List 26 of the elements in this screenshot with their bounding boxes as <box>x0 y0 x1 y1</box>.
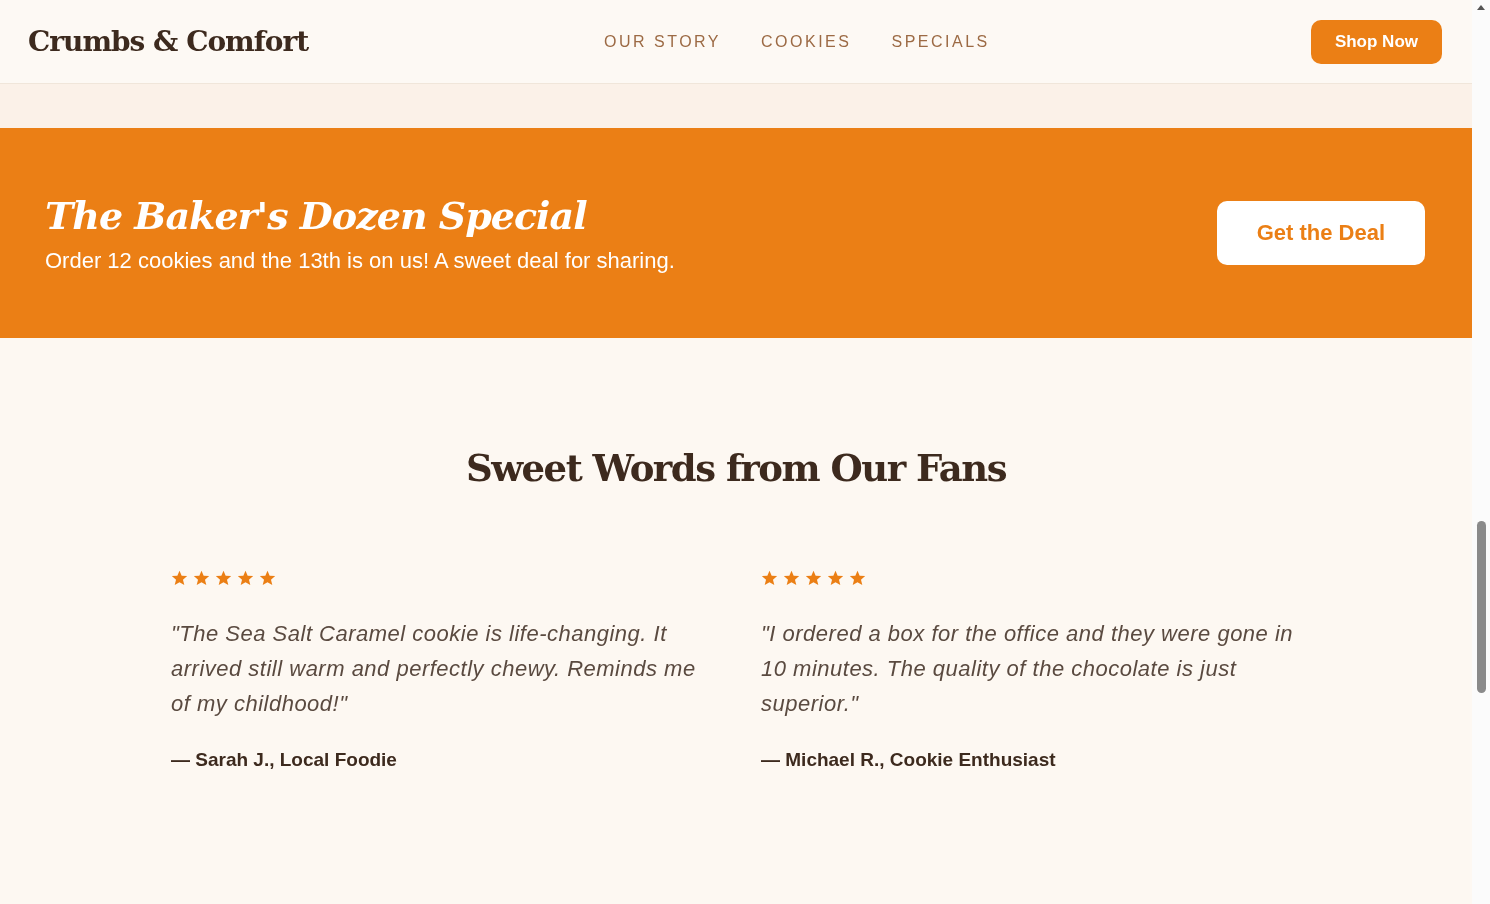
star-icon <box>171 570 188 586</box>
review-quote: "I ordered a box for the office and they were gone in 10 minutes. The quality of the chocolate is just superior." <box>761 620 1295 718</box>
star-icon <box>827 570 844 586</box>
nav-link[interactable]: OUR STORY <box>604 32 722 51</box>
star-icon <box>783 570 800 586</box>
scrollbar[interactable] <box>1472 0 1490 904</box>
scroll-up-icon[interactable] <box>1476 4 1486 11</box>
star-icon <box>259 570 276 586</box>
shop-now-button[interactable]: Shop Now <box>1310 19 1442 64</box>
star-icon <box>805 570 822 586</box>
star-icon <box>237 570 254 586</box>
review-author: — Sarah J., Local Foodie <box>171 749 398 771</box>
nav-link[interactable]: SPECIALS <box>891 32 990 51</box>
scroll-thumb[interactable] <box>1476 521 1486 693</box>
promo-title: The Baker's Dozen Special <box>45 192 588 238</box>
get-deal-button[interactable]: Get the Deal <box>1216 201 1425 265</box>
star-icon <box>193 570 210 586</box>
nav-link[interactable]: COOKIES <box>761 32 852 51</box>
star-icon <box>849 570 866 586</box>
review-author: — Michael R., Cookie Enthusiast <box>761 749 1057 771</box>
logo[interactable]: Crumbs & Comfort <box>28 25 448 58</box>
star-icon <box>761 570 778 586</box>
promo-text: Order 12 cookies and the 13th is on us! A sweet deal for sharing. <box>45 247 676 274</box>
star-icon <box>215 570 232 586</box>
section-title: Sweet Words from Our Fans <box>466 446 1006 490</box>
review-quote: "The Sea Salt Caramel cookie is life-changing. It arrived still warm and perfectly chewy. Reminds me of my childhood!" <box>171 620 697 718</box>
